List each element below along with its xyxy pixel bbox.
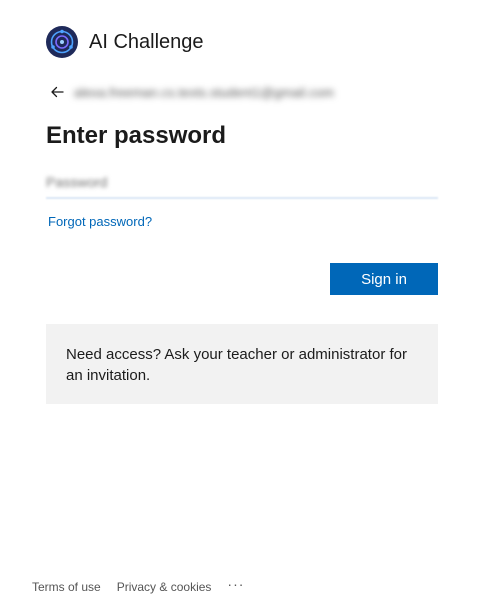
forgot-password-link[interactable]: Forgot password? [48,214,152,229]
password-input[interactable] [46,168,438,196]
ai-challenge-logo-icon [46,26,78,58]
page-title: Enter password [46,122,227,149]
footer: Terms of use Privacy & cookies ··· [32,577,244,596]
password-underline [46,197,438,199]
terms-of-use-link[interactable]: Terms of use [32,580,101,594]
sign-in-button[interactable]: Sign in [330,263,438,295]
identity-email: alexa.freeman.cs.texts.student1@gmail.co… [74,84,335,100]
brand-name: AI Challenge [89,31,204,53]
privacy-cookies-link[interactable]: Privacy & cookies [117,580,212,594]
info-text: Need access? Ask your teacher or adminis… [66,346,407,384]
info-box: Need access? Ask your teacher or adminis… [46,324,438,404]
arrow-left-icon[interactable] [48,83,66,101]
more-options-icon[interactable]: ··· [227,577,244,591]
password-field-container [46,168,438,200]
brand-header: AI Challenge [46,26,204,58]
identity-row: alexa.freeman.cs.texts.student1@gmail.co… [48,82,334,102]
